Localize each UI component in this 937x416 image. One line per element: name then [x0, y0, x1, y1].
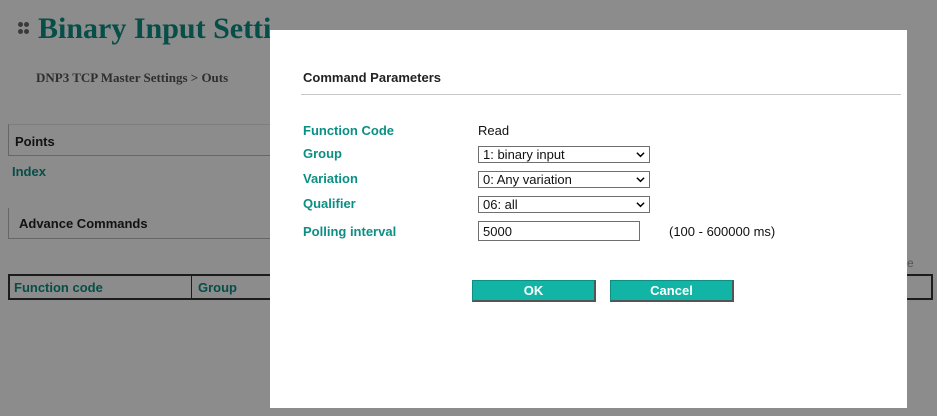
group-label: Group [303, 146, 342, 161]
qualifier-select[interactable]: 06: all [478, 196, 650, 213]
command-parameters-dialog: Command Parameters Function Code Read Gr… [270, 30, 907, 408]
variation-select[interactable]: 0: Any variation [478, 171, 650, 188]
function-code-label: Function Code [303, 123, 394, 138]
title-divider [301, 94, 901, 95]
qualifier-label: Qualifier [303, 196, 356, 211]
ok-button[interactable]: OK [472, 280, 596, 302]
variation-label: Variation [303, 171, 358, 186]
group-select[interactable]: 1: binary input [478, 146, 650, 163]
polling-interval-hint: (100 - 600000 ms) [669, 224, 776, 239]
chevron-down-icon [636, 152, 645, 158]
function-code-value: Read [478, 123, 510, 138]
cancel-button[interactable]: Cancel [610, 280, 734, 302]
dialog-title: Command Parameters [303, 70, 441, 85]
chevron-down-icon [636, 202, 645, 208]
polling-interval-input[interactable] [478, 221, 640, 241]
qualifier-select-value: 06: all [483, 197, 518, 212]
group-select-value: 1: binary input [483, 147, 565, 162]
chevron-down-icon [636, 177, 645, 183]
variation-select-value: 0: Any variation [483, 172, 572, 187]
polling-interval-label: Polling interval [303, 224, 397, 239]
